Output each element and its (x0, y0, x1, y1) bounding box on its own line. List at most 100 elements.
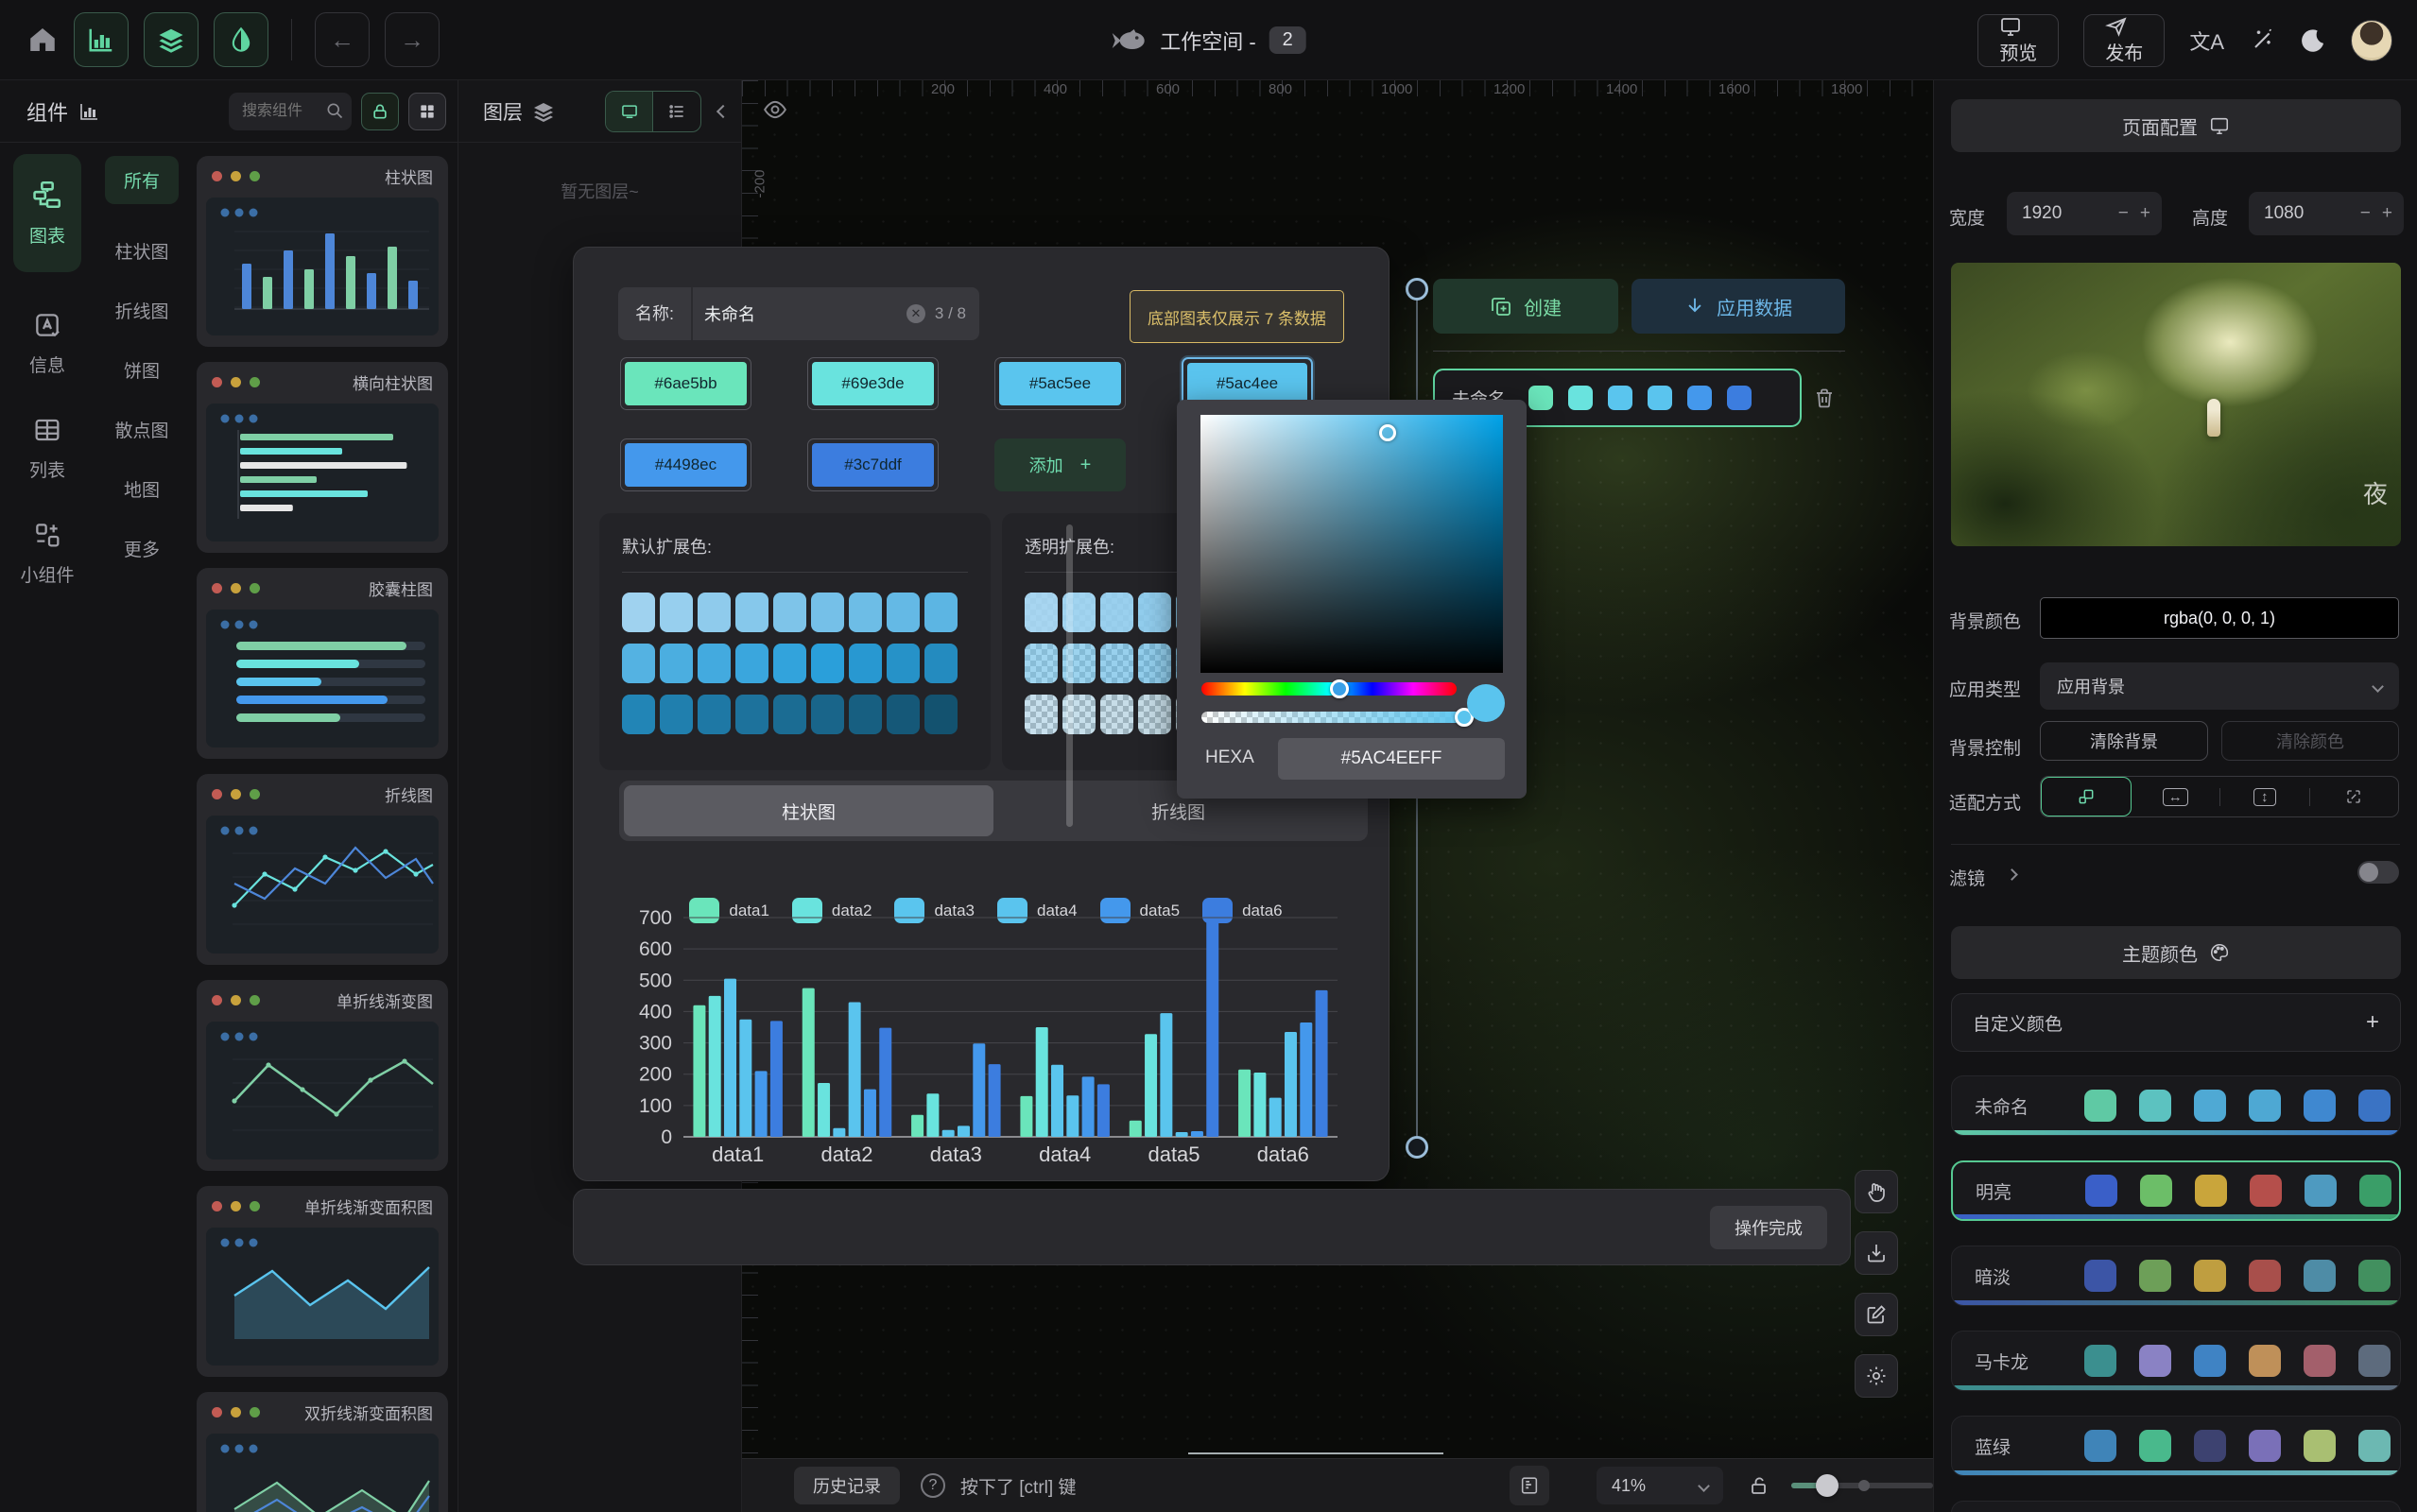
transparent-extension-swatch[interactable] (1138, 593, 1171, 632)
workspace-badge[interactable]: 2 (1269, 26, 1306, 54)
filter-item-更多[interactable]: 更多 (124, 536, 160, 561)
saturation-area[interactable] (1200, 415, 1503, 673)
transparent-extension-swatch[interactable] (1025, 644, 1058, 683)
app-type-select[interactable]: 应用背景 (2040, 662, 2399, 710)
save-tool-button[interactable] (1855, 1231, 1898, 1275)
transparent-extension-swatch[interactable] (1100, 644, 1133, 683)
thumbnail-折线图[interactable]: 折线图 (197, 774, 448, 965)
extension-swatch[interactable] (887, 593, 920, 632)
page-background-preview[interactable]: 夜 (1951, 263, 2401, 546)
tab-bar-chart[interactable]: 柱状图 (624, 785, 993, 836)
page-config-header[interactable]: 页面配置 (1951, 99, 2401, 152)
help-icon[interactable]: ? (921, 1473, 945, 1498)
theme-row-partial[interactable] (1951, 1501, 2401, 1512)
extension-swatch[interactable] (773, 695, 806, 734)
filter-item-饼图[interactable]: 饼图 (124, 357, 160, 383)
home-icon[interactable] (26, 24, 59, 56)
layers-mode-button[interactable] (144, 12, 199, 67)
filter-item-折线图[interactable]: 折线图 (114, 298, 168, 323)
layers-view-list-button[interactable] (653, 92, 700, 131)
transparent-extension-swatch[interactable] (1025, 695, 1058, 734)
extension-swatch[interactable] (698, 695, 731, 734)
guide-handle-bottom[interactable] (1406, 1136, 1428, 1159)
thumbnail-胶囊柱图[interactable]: 胶囊柱图 (197, 568, 448, 759)
extension-swatch[interactable] (887, 695, 920, 734)
fit-width-button[interactable]: ↔ (2132, 788, 2221, 806)
filter-toggle[interactable] (2357, 861, 2399, 884)
filter-item-散点图[interactable]: 散点图 (114, 417, 168, 442)
extension-swatch[interactable] (622, 593, 655, 632)
saturation-cursor[interactable] (1379, 424, 1396, 441)
sidebar-item-widgets[interactable]: 小组件 (20, 520, 74, 587)
extension-swatch[interactable] (698, 644, 731, 683)
theme-colors-header[interactable]: 主题颜色 (1951, 926, 2401, 979)
name-input[interactable] (693, 304, 906, 324)
add-color-button[interactable]: 添加+ (994, 438, 1126, 491)
scrollbar-thumb[interactable] (1066, 524, 1073, 827)
filter-item-地图[interactable]: 地图 (124, 476, 160, 502)
hue-slider[interactable] (1201, 682, 1457, 696)
extension-swatch[interactable] (622, 644, 655, 683)
guide-handle-top[interactable] (1406, 278, 1428, 301)
extension-swatch[interactable] (887, 644, 920, 683)
color-chip-#6ae5bb[interactable]: #6ae5bb (620, 357, 751, 410)
extension-swatch[interactable] (660, 644, 693, 683)
hand-tool-button[interactable] (1855, 1170, 1898, 1213)
zoom-slider-handle[interactable] (1816, 1474, 1839, 1497)
extension-swatch[interactable] (660, 593, 693, 632)
panel-toggle-button[interactable] (1510, 1466, 1549, 1505)
sidebar-item-list[interactable]: 列表 (29, 415, 65, 482)
grid-view-button[interactable] (408, 93, 446, 130)
theme-row-暗淡[interactable]: 暗淡 (1951, 1246, 2401, 1306)
theme-row-未命名[interactable]: 未命名 (1951, 1075, 2401, 1136)
redo-button[interactable]: → (385, 12, 440, 67)
filter-item-柱状图[interactable]: 柱状图 (114, 238, 168, 264)
color-chip-#4498ec[interactable]: #4498ec (620, 438, 751, 491)
lock-view-button[interactable] (361, 93, 399, 130)
plus-icon[interactable]: + (2135, 203, 2162, 224)
width-stepper[interactable]: 1920 − + (2007, 192, 2162, 235)
preview-button[interactable]: 预览 (1977, 14, 2059, 67)
extension-swatch[interactable] (849, 644, 882, 683)
extension-swatch[interactable] (660, 695, 693, 734)
minus-icon[interactable]: − (2112, 203, 2135, 224)
custom-color-card[interactable]: 自定义颜色 + (1951, 993, 2401, 1052)
extension-swatch[interactable] (811, 593, 844, 632)
zoom-select[interactable]: 41% (1597, 1467, 1723, 1504)
theme-row-马卡龙[interactable]: 马卡龙 (1951, 1331, 2401, 1391)
unlock-icon[interactable] (1748, 1474, 1770, 1497)
extension-swatch[interactable] (735, 644, 768, 683)
transparent-extension-swatch[interactable] (1100, 593, 1133, 632)
bg-color-field[interactable]: rgba(0, 0, 0, 1) (2040, 597, 2399, 639)
edit-tool-button[interactable] (1855, 1293, 1898, 1336)
extension-swatch[interactable] (924, 593, 958, 632)
dark-mode-moon-icon[interactable] (2300, 27, 2326, 54)
eye-icon[interactable] (763, 97, 787, 122)
height-stepper[interactable]: 1080 − + (2249, 192, 2404, 235)
sidebar-item-charts[interactable]: 图表 (13, 154, 81, 272)
add-custom-color-icon[interactable]: + (2366, 1009, 2379, 1036)
fit-height-button[interactable]: ↕ (2220, 788, 2310, 806)
extension-swatch[interactable] (924, 644, 958, 683)
collapse-panel-icon[interactable] (716, 104, 730, 117)
settings-tool-button[interactable] (1855, 1354, 1898, 1398)
avatar[interactable] (2351, 20, 2392, 61)
transparent-extension-swatch[interactable] (1100, 695, 1133, 734)
color-chip-#3c7ddf[interactable]: #3c7ddf (807, 438, 939, 491)
create-button[interactable]: 创建 (1433, 279, 1618, 334)
plus-icon[interactable]: + (2377, 203, 2404, 224)
extension-swatch[interactable] (811, 644, 844, 683)
extension-swatch[interactable] (924, 695, 958, 734)
extension-swatch[interactable] (773, 644, 806, 683)
extension-swatch[interactable] (622, 695, 655, 734)
clear-color-button[interactable]: 清除颜色 (2221, 721, 2399, 761)
transparent-extension-swatch[interactable] (1138, 695, 1171, 734)
extension-swatch[interactable] (773, 593, 806, 632)
thumbnail-柱状图[interactable]: 柱状图 (197, 156, 448, 347)
thumbnail-横向柱状图[interactable]: 横向柱状图 (197, 362, 448, 553)
fit-stretch-button[interactable] (2310, 788, 2399, 805)
thumbnail-单折线渐变图[interactable]: 单折线渐变图 (197, 980, 448, 1171)
minus-icon[interactable]: − (2354, 203, 2377, 224)
theme-row-蓝绿[interactable]: 蓝绿 (1951, 1416, 2401, 1476)
alpha-slider[interactable] (1201, 712, 1474, 723)
